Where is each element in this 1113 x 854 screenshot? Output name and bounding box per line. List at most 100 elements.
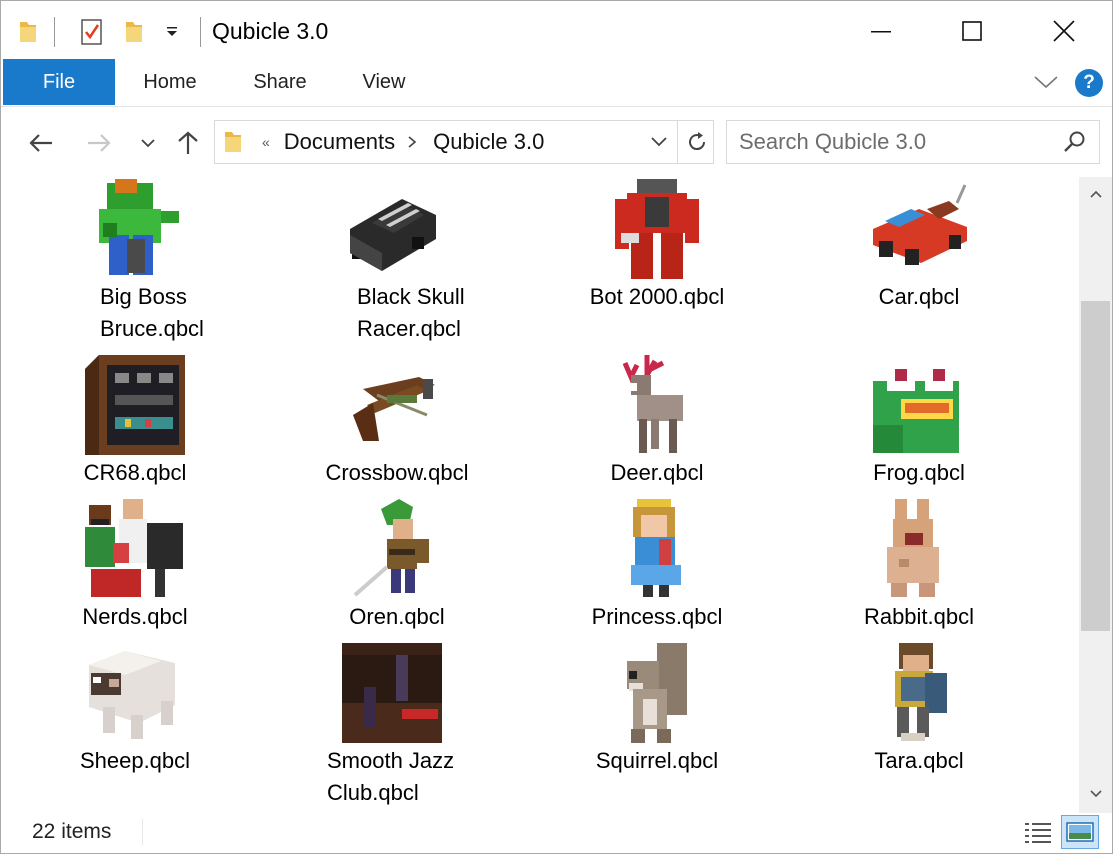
- file-name: Frog.qbcl: [873, 460, 965, 485]
- file-item[interactable]: Bot 2000.qbcl: [572, 179, 742, 313]
- file-item[interactable]: Black Skull Racer.qbcl: [307, 179, 477, 345]
- file-item[interactable]: Squirrel.qbcl: [572, 643, 742, 777]
- tab-home[interactable]: Home: [131, 59, 209, 105]
- breadcrumb-qubicle[interactable]: Qubicle 3.0: [433, 129, 544, 155]
- voxel-warrior-icon: [869, 643, 969, 743]
- file-name: Deer.qbcl: [610, 460, 704, 485]
- file-name: Big Boss Bruce.qbcl: [100, 284, 204, 341]
- voxel-club-icon: [342, 643, 442, 743]
- chevron-down-icon: [1089, 790, 1102, 798]
- address-bar[interactable]: « Documents Qubicle 3.0: [214, 120, 714, 164]
- file-item[interactable]: Sheep.qbcl: [50, 643, 220, 777]
- file-item[interactable]: Rabbit.qbcl: [834, 499, 1004, 633]
- scroll-up-button[interactable]: [1079, 177, 1112, 211]
- minimize-icon: [871, 31, 891, 33]
- voxel-frog-icon: [869, 355, 969, 455]
- file-name: Sheep.qbcl: [79, 748, 191, 773]
- recent-locations-button[interactable]: [130, 125, 166, 161]
- qat-divider: [54, 17, 55, 47]
- new-folder-icon[interactable]: [123, 15, 145, 49]
- customize-qat-chevron-icon[interactable]: [164, 15, 180, 49]
- file-item[interactable]: Tara.qbcl: [834, 643, 1004, 777]
- status-divider: [142, 819, 143, 845]
- file-item[interactable]: Big Boss Bruce.qbcl: [50, 179, 220, 345]
- window-title: Qubicle 3.0: [212, 18, 329, 44]
- file-list: Big Boss Bruce.qbcl Black Skull Racer.qb…: [1, 177, 1079, 813]
- status-bar: 22 items: [1, 813, 1112, 853]
- file-name: Bot 2000.qbcl: [589, 284, 725, 309]
- file-name: Nerds.qbcl: [82, 604, 188, 629]
- qat-divider: [200, 17, 201, 47]
- up-arrow-icon: [178, 131, 198, 154]
- help-button[interactable]: ?: [1075, 69, 1103, 97]
- minimize-button[interactable]: [835, 1, 927, 61]
- chevron-down-icon: [141, 139, 155, 148]
- file-item[interactable]: Nerds.qbcl: [50, 499, 220, 633]
- properties-icon[interactable]: [79, 15, 105, 49]
- tab-share[interactable]: Share: [245, 59, 315, 105]
- file-name: Crossbow.qbcl: [325, 460, 469, 485]
- voxel-princess-icon: [607, 499, 707, 599]
- forward-button[interactable]: [81, 125, 117, 161]
- file-name: Smooth Jazz Club.qbcl: [327, 748, 455, 805]
- vertical-scrollbar[interactable]: [1079, 177, 1112, 813]
- voxel-deer-icon: [607, 355, 707, 455]
- close-button[interactable]: [1018, 1, 1110, 61]
- back-button[interactable]: [23, 125, 59, 161]
- file-name: CR68.qbcl: [83, 460, 187, 485]
- file-item[interactable]: Princess.qbcl: [572, 499, 742, 633]
- forward-arrow-icon: [88, 134, 111, 152]
- large-icons-view-icon: [1066, 822, 1094, 842]
- voxel-sheep-icon: [85, 643, 185, 743]
- voxel-rabbit-icon: [869, 499, 969, 599]
- folder-icon: [222, 128, 244, 156]
- voxel-cabinet-icon: [85, 355, 185, 455]
- search-box[interactable]: [726, 120, 1100, 164]
- file-item[interactable]: Deer.qbcl: [572, 355, 742, 489]
- voxel-ogre-icon: [85, 179, 185, 279]
- large-icons-view-button[interactable]: [1061, 815, 1099, 849]
- file-name: Tara.qbcl: [874, 748, 964, 773]
- voxel-elf-icon: [347, 499, 447, 599]
- details-view-icon: [1025, 823, 1051, 843]
- voxel-car-red-icon: [869, 179, 969, 279]
- details-view-button[interactable]: [1019, 815, 1057, 849]
- scroll-down-button[interactable]: [1079, 777, 1112, 811]
- item-count: 22 items: [32, 820, 112, 843]
- file-item[interactable]: Car.qbcl: [834, 179, 1004, 313]
- expand-ribbon-chevron-icon[interactable]: [1033, 73, 1059, 96]
- file-name: Oren.qbcl: [349, 604, 445, 629]
- tab-view[interactable]: View: [353, 59, 415, 105]
- search-input[interactable]: [739, 129, 1059, 155]
- file-item[interactable]: Frog.qbcl: [834, 355, 1004, 489]
- voxel-car-black-icon: [342, 179, 442, 279]
- voxel-crossbow-icon: [347, 355, 447, 455]
- back-arrow-icon: [29, 134, 52, 152]
- file-item[interactable]: Crossbow.qbcl: [312, 355, 482, 489]
- breadcrumb-overflow[interactable]: «: [262, 134, 270, 150]
- ribbon-tabs: File Home Share View ?: [1, 59, 1112, 107]
- breadcrumb-separator-icon[interactable]: [407, 135, 417, 149]
- navigation-bar: « Documents Qubicle 3.0: [1, 107, 1112, 177]
- file-item[interactable]: Smooth Jazz Club.qbcl: [307, 643, 477, 809]
- up-button[interactable]: [170, 125, 206, 161]
- file-name: Black Skull Racer.qbcl: [357, 284, 465, 341]
- file-name: Rabbit.qbcl: [863, 604, 975, 629]
- file-item[interactable]: CR68.qbcl: [50, 355, 220, 489]
- title-bar: Qubicle 3.0: [1, 1, 1112, 61]
- refresh-icon[interactable]: [685, 130, 709, 154]
- folder-icon: [17, 15, 39, 49]
- search-icon[interactable]: [1063, 130, 1087, 154]
- maximize-button[interactable]: [926, 1, 1018, 61]
- chevron-up-icon: [1089, 190, 1102, 198]
- tab-file[interactable]: File: [3, 59, 115, 105]
- voxel-nerds-icon: [85, 499, 185, 599]
- explorer-window: Qubicle 3.0 File Home Share View ? « Doc…: [0, 0, 1113, 854]
- breadcrumb-documents[interactable]: Documents: [284, 129, 395, 155]
- file-item[interactable]: Oren.qbcl: [312, 499, 482, 633]
- address-history-chevron-icon[interactable]: [649, 135, 669, 149]
- file-name: Princess.qbcl: [591, 604, 723, 629]
- address-divider: [677, 121, 678, 163]
- file-name: Squirrel.qbcl: [595, 748, 719, 773]
- scroll-thumb[interactable]: [1081, 301, 1110, 631]
